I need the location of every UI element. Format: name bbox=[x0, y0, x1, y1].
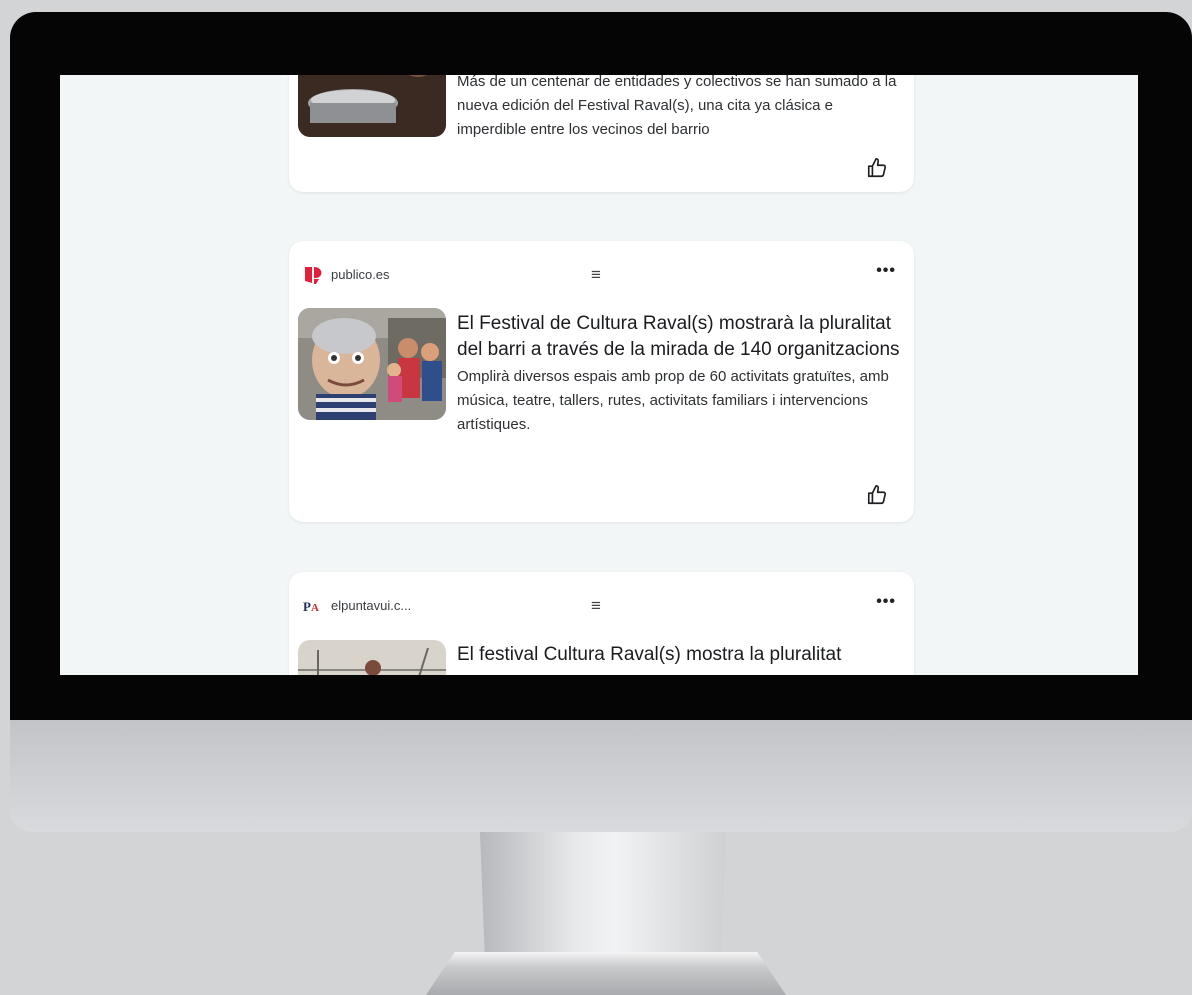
monitor-chin bbox=[10, 720, 1192, 832]
article-thumbnail[interactable] bbox=[298, 308, 446, 420]
more-dots-icon[interactable]: ••• bbox=[876, 593, 896, 611]
article-headline[interactable]: El Festival de Cultura Raval(s) mostrarà… bbox=[457, 311, 904, 363]
svg-text:P: P bbox=[303, 599, 311, 614]
thumbs-up-icon[interactable] bbox=[866, 484, 888, 506]
article-summary: Más de un centenar de entidades y colect… bbox=[457, 75, 897, 138]
article-headline[interactable]: El festival Cultura Raval(s) mostra la p… bbox=[457, 642, 904, 668]
article-thumbnail[interactable] bbox=[298, 640, 446, 675]
publico-logo-icon bbox=[305, 267, 322, 284]
menu-lines-icon[interactable]: ≡ bbox=[591, 265, 601, 285]
monitor-stand-neck bbox=[480, 832, 726, 960]
more-dots-icon[interactable]: ••• bbox=[876, 262, 896, 280]
thumbs-up-icon[interactable] bbox=[866, 157, 888, 179]
screen: Más de un centenar de entidades y colect… bbox=[60, 75, 1138, 675]
source-name[interactable]: elpuntavui.c... bbox=[331, 598, 411, 613]
menu-lines-icon[interactable]: ≡ bbox=[591, 596, 601, 616]
article-thumbnail[interactable] bbox=[298, 75, 446, 137]
news-card[interactable]: publico.es ≡ ••• El Festival de Cultura … bbox=[289, 241, 914, 522]
article-summary: Omplirà diversos espais amb prop de 60 a… bbox=[457, 368, 889, 433]
card-header: publico.es ≡ ••• bbox=[303, 262, 896, 285]
elpuntavui-logo-icon: P A bbox=[303, 599, 319, 614]
card-header: P A elpuntavui.c... ≡ ••• bbox=[303, 593, 896, 616]
svg-text:A: A bbox=[311, 602, 319, 614]
news-card[interactable]: Más de un centenar de entidades y colect… bbox=[289, 75, 914, 192]
source-name[interactable]: publico.es bbox=[331, 267, 390, 282]
news-card[interactable]: P A elpuntavui.c... ≡ ••• El festival Cu… bbox=[289, 572, 914, 675]
monitor-stand-base bbox=[426, 952, 786, 995]
